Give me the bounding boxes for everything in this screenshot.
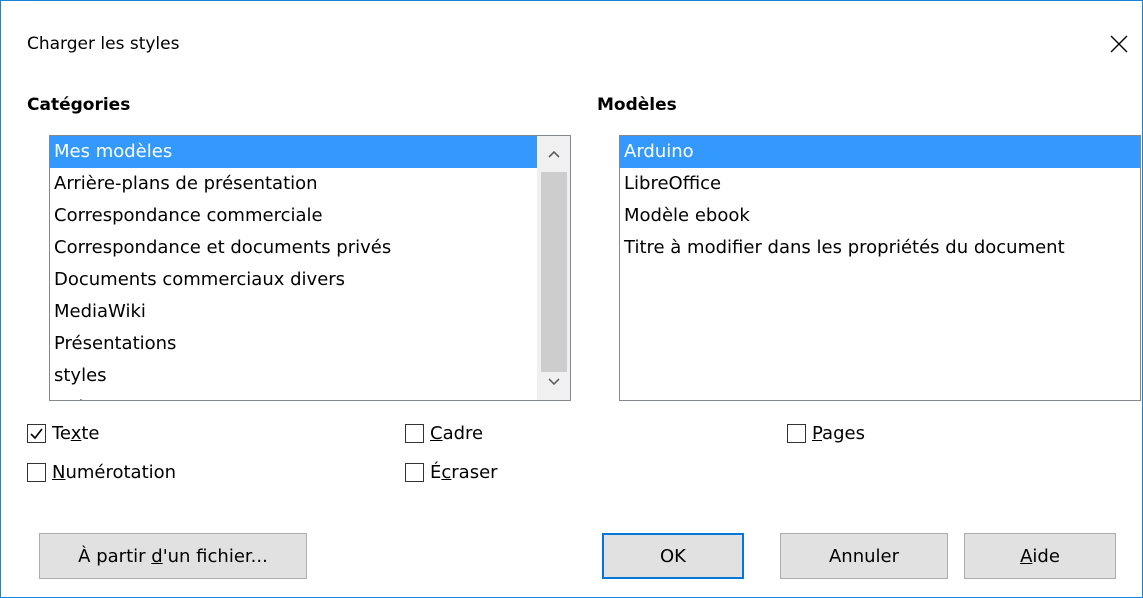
from-file-label: À partir d'un fichier...	[78, 545, 268, 567]
numerotation-checkbox[interactable]	[27, 463, 46, 482]
categories-list: Mes modèles Arrière-plans de présentatio…	[50, 136, 538, 400]
category-item[interactable]: Mes modèles	[50, 136, 538, 168]
categories-scrollbar[interactable]	[537, 136, 570, 400]
templates-label: Modèles	[597, 95, 677, 115]
from-file-button[interactable]: À partir d'un fichier...	[39, 533, 307, 579]
dialog-title: Charger les styles	[27, 34, 180, 54]
pages-label: Pages	[812, 423, 865, 444]
category-item[interactable]: Documents commerciaux divers	[50, 264, 538, 296]
scroll-down-button[interactable]	[538, 366, 570, 398]
scrollbar-thumb[interactable]	[541, 172, 567, 372]
scroll-up-button[interactable]	[538, 138, 570, 170]
category-item[interactable]: Correspondance commerciale	[50, 200, 538, 232]
cadre-checkbox[interactable]	[405, 424, 424, 443]
help-button[interactable]: Aide	[964, 533, 1116, 579]
numerotation-label: Numérotation	[52, 462, 177, 483]
category-item[interactable]: styles	[50, 360, 538, 392]
cadre-option[interactable]: Cadre	[405, 423, 483, 444]
close-button[interactable]	[1096, 21, 1142, 67]
template-item[interactable]: LibreOffice	[620, 168, 1140, 200]
texte-checkbox[interactable]	[27, 424, 46, 443]
category-item[interactable]: Arrière-plans de présentation	[50, 168, 538, 200]
template-item[interactable]: Titre à modifier dans les propriétés du …	[620, 232, 1140, 264]
texte-label: Texte	[52, 423, 100, 444]
chevron-up-icon	[548, 150, 560, 158]
template-item[interactable]: Modèle ebook	[620, 200, 1140, 232]
ecraser-checkbox[interactable]	[405, 463, 424, 482]
title-bar: Charger les styles	[1, 1, 1142, 61]
chevron-down-icon	[548, 378, 560, 386]
cancel-button[interactable]: Annuler	[780, 533, 948, 579]
ecraser-option[interactable]: Écraser	[405, 462, 498, 483]
templates-list: Arduino LibreOffice Modèle ebook Titre à…	[620, 136, 1140, 264]
ecraser-label: Écraser	[430, 462, 498, 483]
pages-checkbox[interactable]	[787, 424, 806, 443]
cadre-label: Cadre	[430, 423, 484, 444]
category-item[interactable]: MediaWiki	[50, 296, 538, 328]
categories-label: Catégories	[27, 95, 131, 115]
load-styles-dialog: Charger les styles Catégories Mes modèle…	[0, 0, 1143, 598]
texte-option[interactable]: Texte	[27, 423, 100, 444]
help-label: Aide	[1020, 545, 1060, 567]
checkmark-icon	[30, 428, 43, 440]
pages-option[interactable]: Pages	[787, 423, 865, 444]
categories-listbox[interactable]: Mes modèles Arrière-plans de présentatio…	[49, 135, 571, 401]
close-icon	[1110, 35, 1128, 53]
category-item[interactable]: Writer2LaTeX	[50, 392, 538, 400]
category-item[interactable]: Correspondance et documents privés	[50, 232, 538, 264]
template-item[interactable]: Arduino	[620, 136, 1140, 168]
ok-button[interactable]: OK	[602, 533, 744, 579]
category-item[interactable]: Présentations	[50, 328, 538, 360]
templates-listbox[interactable]: Arduino LibreOffice Modèle ebook Titre à…	[619, 135, 1141, 401]
numerotation-option[interactable]: Numérotation	[27, 462, 176, 483]
